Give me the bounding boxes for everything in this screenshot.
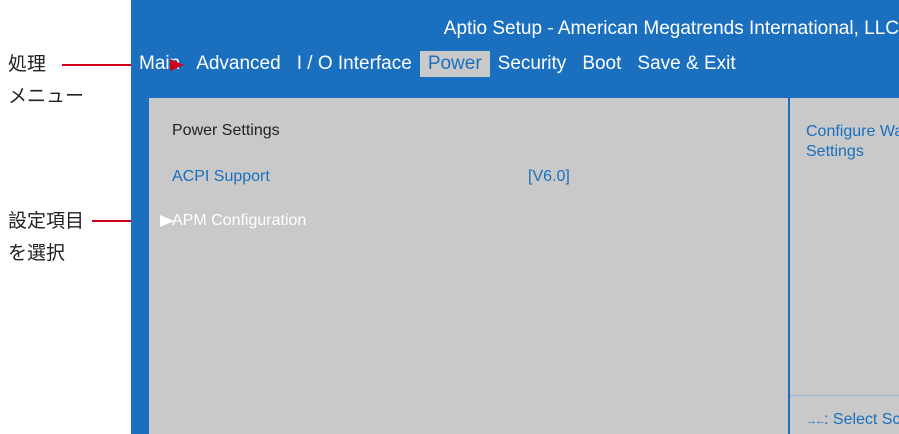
item-annotation-line2: を選択 [8, 243, 66, 264]
tab-io-interface[interactable]: I / O Interface [289, 51, 420, 77]
tab-advanced[interactable]: Advanced [188, 51, 289, 77]
acpi-support-item[interactable]: ACPI Support [172, 168, 270, 186]
section-heading: Power Settings [172, 122, 280, 139]
tab-power[interactable]: Power [419, 51, 490, 77]
key-legend: →←: Select Screen [806, 411, 899, 429]
legend-text: : Select Screen [824, 411, 899, 428]
bios-window: Aptio Setup - American Megatrends Intern… [131, 0, 899, 434]
acpi-support-value: [V6.0] [528, 168, 570, 185]
help-text: Configure Wake Settings [806, 123, 899, 160]
help-separator [790, 395, 899, 396]
menu-annotation-arrowhead [170, 59, 184, 71]
menu-tab-bar: Main Advanced I / O Interface Power Secu… [131, 51, 744, 77]
help-divider [788, 96, 790, 434]
tab-save-exit[interactable]: Save & Exit [629, 51, 743, 77]
panel-frame [147, 96, 899, 434]
tab-security[interactable]: Security [490, 51, 575, 77]
item-annotation-arrowhead [160, 215, 174, 227]
apm-configuration-item[interactable]: APM Configuration [172, 212, 306, 230]
menu-annotation-line1: 処理 [8, 54, 47, 75]
left-right-arrows-icon: →← [806, 415, 826, 427]
settings-panel: Power Settings ACPI Support [V6.0] APM C… [147, 96, 899, 434]
tab-boot[interactable]: Boot [574, 51, 629, 77]
menu-annotation-line2: メニュー [8, 86, 85, 107]
window-title: Aptio Setup - American Megatrends Intern… [443, 18, 899, 39]
item-annotation-line1: 設定項目 [8, 211, 85, 232]
